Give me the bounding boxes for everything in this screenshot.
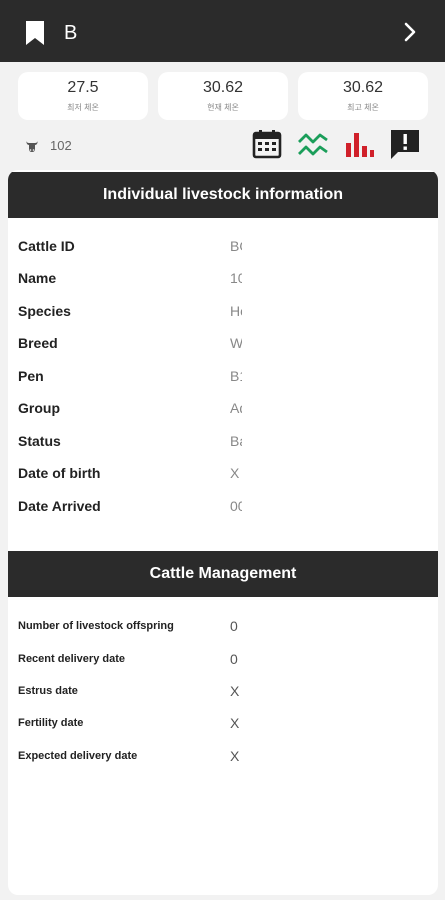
info-label: Species [18, 303, 71, 319]
info-row-species: Species Ho [18, 301, 428, 321]
alert-icon[interactable] [389, 128, 421, 160]
info-value: 10 [230, 270, 242, 286]
mgmt-row-fertility: Fertility date X [18, 713, 428, 733]
info-label: Name [18, 270, 57, 286]
info-label: Group [18, 400, 60, 416]
info-value: Ad [230, 400, 242, 416]
info-value: BO [230, 238, 242, 254]
info-row-cattle-id: Cattle ID BO [18, 236, 428, 256]
mgmt-value: X [230, 715, 240, 731]
max-temp-value: 30.62 [342, 79, 384, 96]
current-temp-label: 현재 체온 [207, 103, 239, 112]
info-value: W [230, 335, 242, 351]
mgmt-label: Fertility date [18, 717, 84, 729]
management-section-title: Cattle Management [8, 551, 438, 597]
bookmark-icon[interactable] [24, 20, 46, 46]
cow-icon [26, 141, 38, 152]
mgmt-value: 0 [230, 651, 238, 667]
info-section-title: Individual livestock information [8, 172, 438, 218]
max-temp-label: 최고 체온 [347, 103, 379, 112]
mgmt-label: Recent delivery date [18, 653, 125, 665]
min-temp-value: 27.5 [67, 79, 99, 96]
mgmt-row-offspring: Number of livestock offspring 0 [18, 616, 428, 636]
info-value: 00 [230, 498, 242, 514]
info-label: Pen [18, 368, 44, 384]
livestock-card: Individual livestock information Cattle … [8, 170, 438, 895]
chevron-right-icon[interactable] [402, 22, 418, 42]
mgmt-row-estrus: Estrus date X [18, 681, 428, 701]
current-temp-card: 30.62 현재 체온 [158, 72, 288, 120]
top-app-bar: BO [0, 0, 445, 62]
info-row-date-of-birth: Date of birth X [18, 463, 428, 483]
mgmt-row-recent-delivery: Recent delivery date 0 [18, 649, 428, 669]
mgmt-value: X [230, 748, 240, 764]
info-row-name: Name 10 [18, 268, 428, 288]
mgmt-value: X [230, 683, 240, 699]
info-label: Status [18, 433, 61, 449]
info-label: Cattle ID [18, 238, 75, 254]
info-label: Date Arrived [18, 498, 101, 514]
mgmt-label: Expected delivery date [18, 750, 138, 762]
info-row-group: Group Ad [18, 398, 428, 418]
info-value: B1 [230, 368, 242, 384]
info-row-date-arrived: Date Arrived 00 [18, 496, 428, 516]
info-row-breed: Breed W [18, 333, 428, 353]
current-temp-value: 30.62 [202, 79, 244, 96]
info-row-pen: Pen B1 [18, 366, 428, 386]
herd-count: 102 [50, 138, 72, 153]
max-temp-card: 30.62 최고 체온 [298, 72, 428, 120]
bar-chart-icon[interactable] [343, 128, 375, 160]
calendar-icon[interactable] [251, 128, 283, 160]
trend-icon[interactable] [297, 128, 329, 160]
info-value: Ho [230, 303, 242, 319]
info-value: X [230, 465, 240, 481]
min-temp-label: 최저 체온 [67, 103, 99, 112]
info-label: Breed [18, 335, 58, 351]
mgmt-label: Number of livestock offspring [18, 620, 174, 632]
mgmt-label: Estrus date [18, 685, 78, 697]
mgmt-row-expected-delivery: Expected delivery date X [18, 746, 428, 766]
info-value: Ba [230, 433, 242, 449]
cattle-title: BO [64, 22, 78, 44]
info-row-status: Status Ba [18, 431, 428, 451]
mgmt-value: 0 [230, 618, 238, 634]
min-temp-card: 27.5 최저 체온 [18, 72, 148, 120]
info-label: Date of birth [18, 465, 101, 481]
